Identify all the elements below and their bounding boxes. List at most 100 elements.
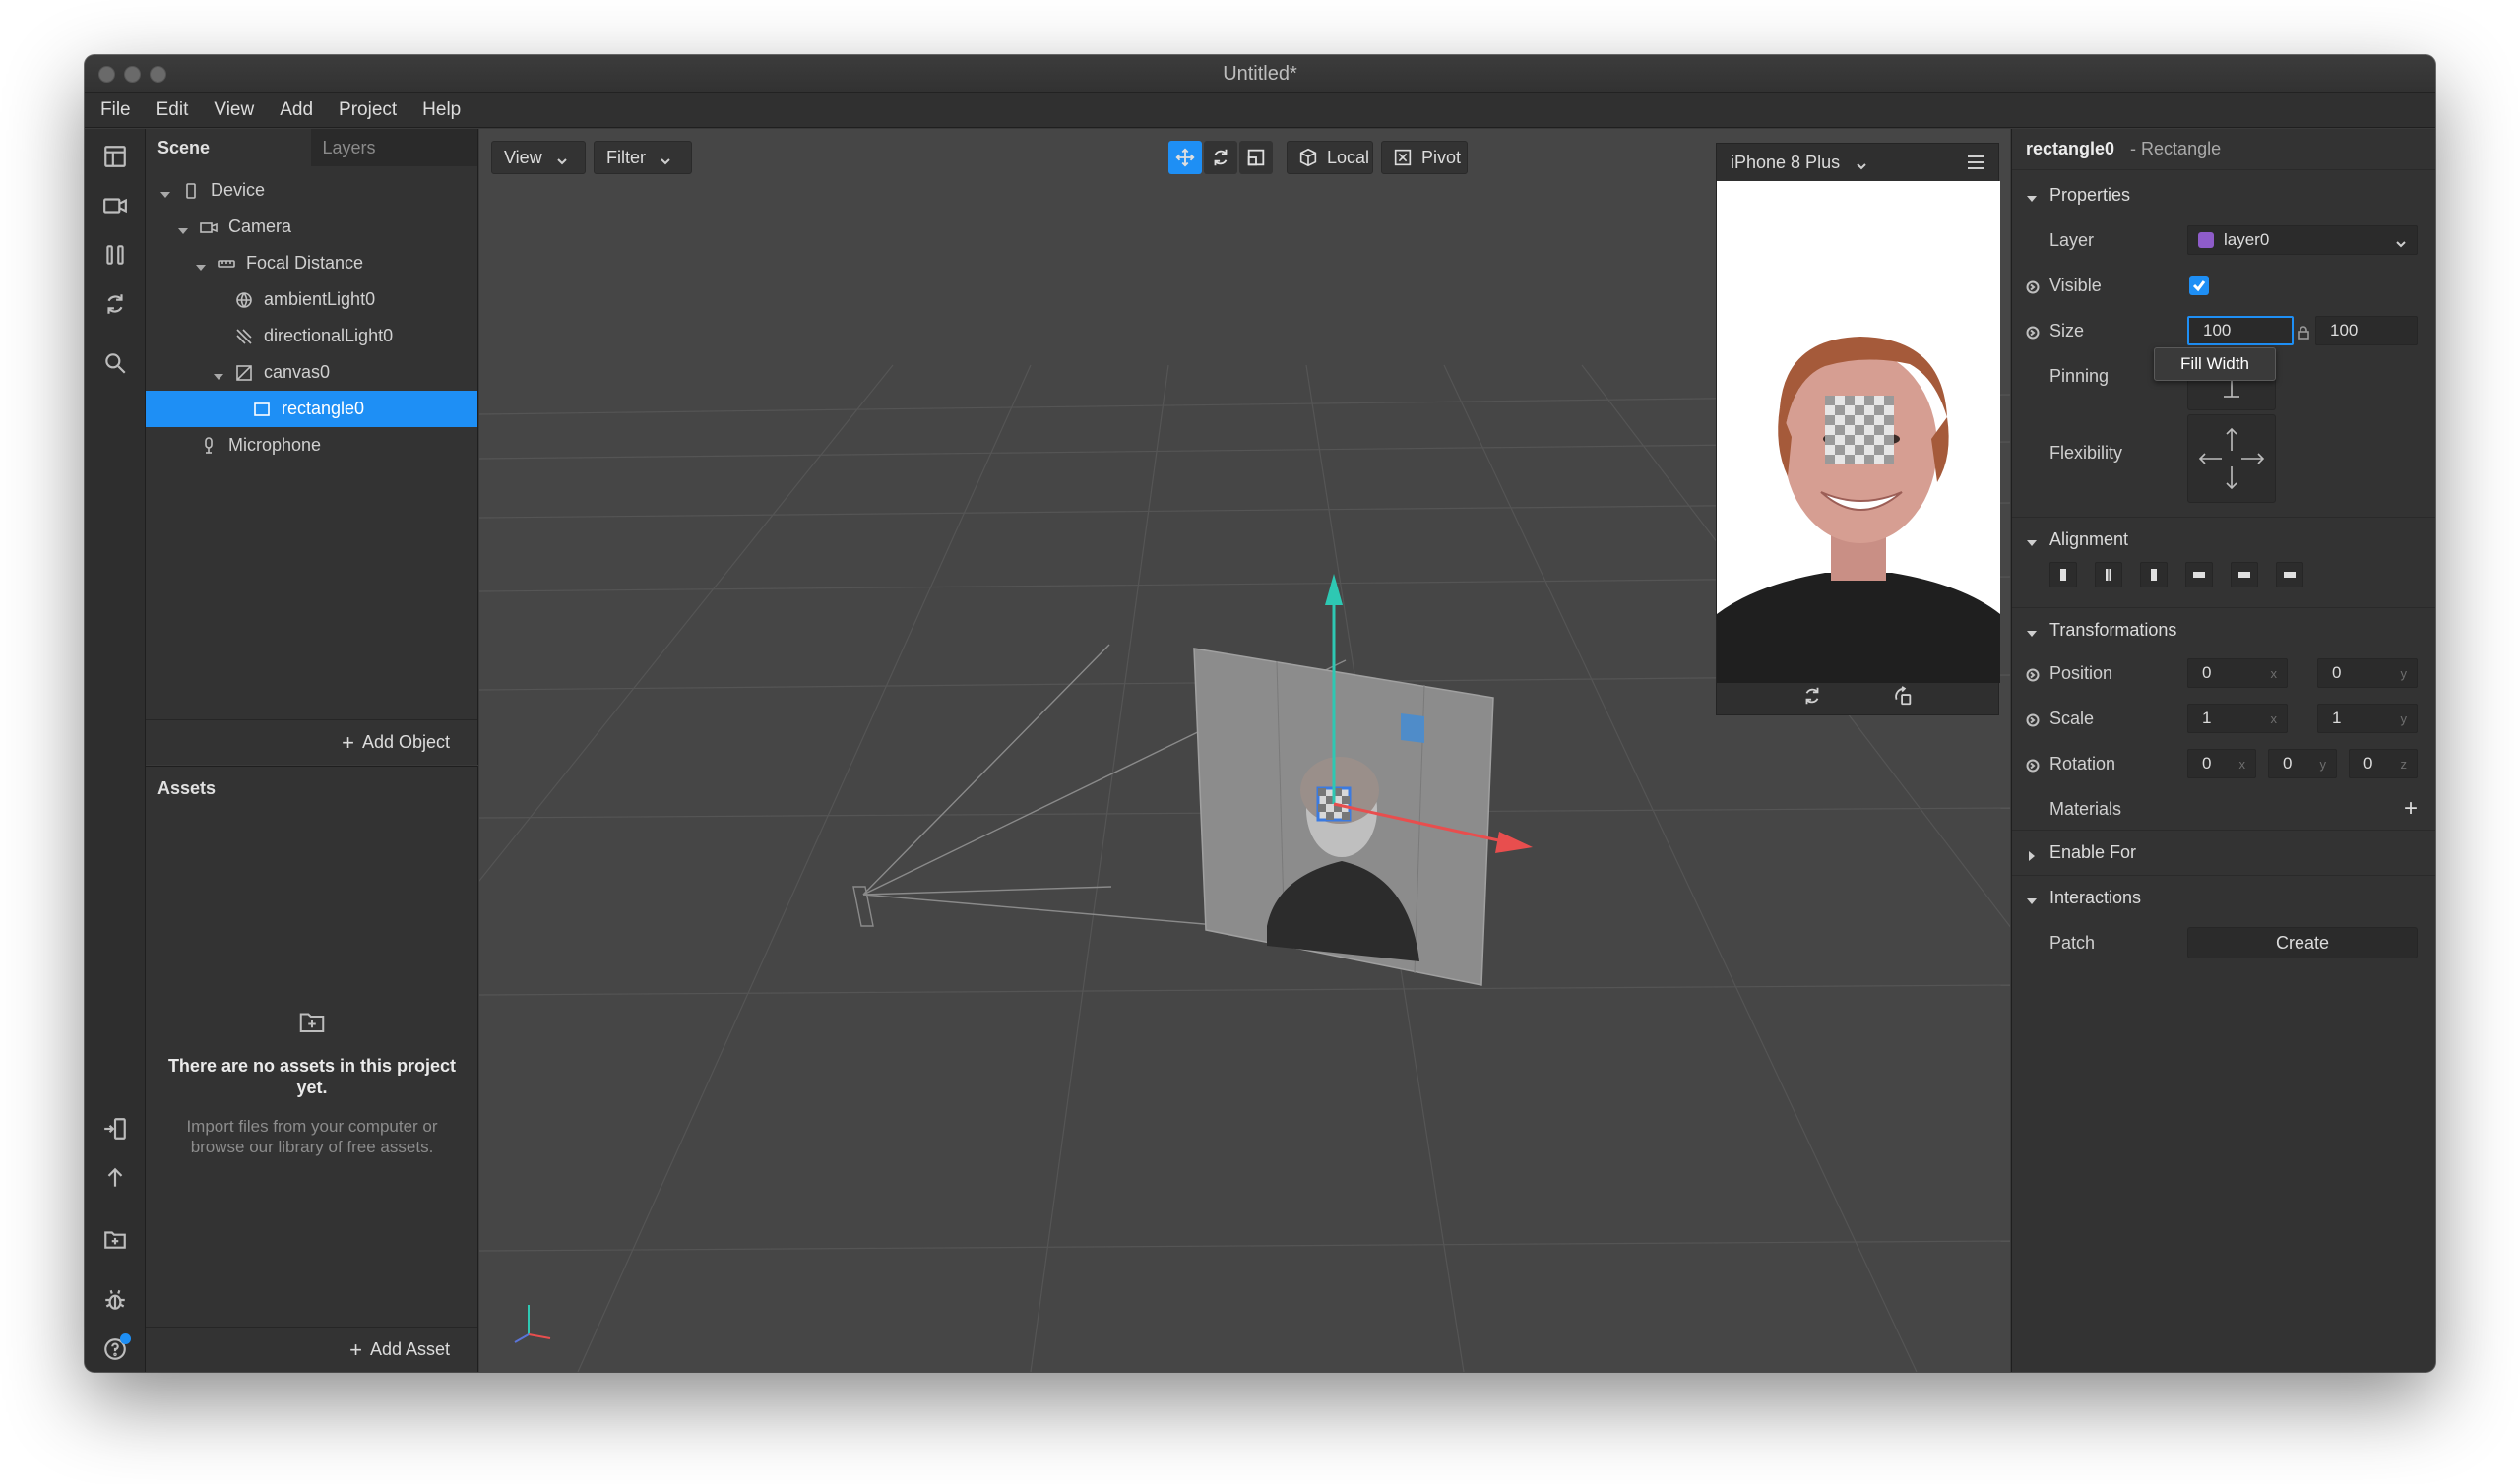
caret-spacer bbox=[213, 294, 224, 306]
scale-x-input[interactable]: 1x bbox=[2187, 704, 2288, 733]
video-camera-icon[interactable] bbox=[99, 190, 131, 221]
filter-dropdown[interactable]: Filter bbox=[594, 141, 692, 174]
rotate-tool-button[interactable] bbox=[1204, 141, 1237, 174]
chevron-down-icon bbox=[2395, 235, 2407, 248]
rotation-x-input[interactable]: 0x bbox=[2187, 749, 2256, 778]
caret-spacer bbox=[177, 440, 189, 452]
canvas-icon bbox=[234, 363, 254, 383]
menu-add[interactable]: Add bbox=[280, 99, 313, 121]
size-width-input[interactable]: 100 bbox=[2187, 316, 2294, 345]
filter-dropdown-label: Filter bbox=[606, 147, 646, 167]
section-enable-for-label: Enable For bbox=[2049, 841, 2137, 862]
section-transformations[interactable]: Transformations bbox=[2012, 613, 2435, 647]
flexibility-widget[interactable] bbox=[2187, 414, 2276, 503]
caret-down-icon[interactable] bbox=[213, 367, 224, 380]
align-top-button[interactable] bbox=[2185, 562, 2213, 587]
tab-scene[interactable]: Scene bbox=[146, 129, 311, 166]
rotation-z-input[interactable]: 0z bbox=[2349, 749, 2418, 778]
lock-icon[interactable] bbox=[2298, 324, 2309, 340]
tab-layers[interactable]: Layers bbox=[310, 129, 477, 166]
local-space-label: Local bbox=[1327, 147, 1370, 167]
menu-help[interactable]: Help bbox=[422, 99, 461, 121]
cube-icon bbox=[1297, 147, 1319, 168]
menu-file[interactable]: File bbox=[100, 99, 131, 121]
rotation-y-input[interactable]: 0y bbox=[2268, 749, 2337, 778]
tree-item-microphone[interactable]: Microphone bbox=[146, 427, 477, 464]
section-interactions[interactable]: Interactions bbox=[2012, 881, 2435, 914]
caret-down-icon bbox=[2026, 189, 2038, 202]
search-icon[interactable] bbox=[99, 347, 131, 379]
pause-playback-icon[interactable] bbox=[99, 239, 131, 271]
x-axis-marker: x bbox=[2270, 665, 2278, 681]
tree-item-directionallight0[interactable]: directionalLight0 bbox=[146, 318, 477, 354]
tree-item-device[interactable]: Device bbox=[146, 172, 477, 209]
device-preview-screen[interactable] bbox=[1717, 181, 2000, 683]
gizmo-x-arrow[interactable] bbox=[1495, 832, 1533, 853]
tree-item-camera[interactable]: Camera bbox=[146, 209, 477, 245]
menu-view[interactable]: View bbox=[214, 99, 254, 121]
rotation-y-value: 0 bbox=[2283, 754, 2293, 773]
menu-edit[interactable]: Edit bbox=[157, 99, 189, 121]
add-folder-icon[interactable] bbox=[99, 1223, 131, 1255]
caret-down-icon[interactable] bbox=[177, 221, 189, 234]
rotate-device-icon[interactable] bbox=[1892, 685, 1914, 711]
add-object-button[interactable]: + Add Object bbox=[146, 719, 477, 765]
device-preview: iPhone 8 Plus bbox=[1716, 143, 2000, 715]
scale-y-input[interactable]: 1y bbox=[2317, 704, 2418, 733]
connect-arrow-icon[interactable] bbox=[2026, 757, 2040, 773]
directional-light-icon bbox=[234, 327, 254, 346]
size-height-input[interactable]: 100 bbox=[2315, 316, 2418, 345]
section-enable-for[interactable]: Enable For bbox=[2012, 835, 2435, 869]
pivot-button[interactable]: Pivot bbox=[1381, 141, 1468, 174]
hamburger-menu-icon[interactable] bbox=[1967, 155, 1984, 170]
align-center-vertical-button[interactable] bbox=[2231, 562, 2258, 587]
visible-checkbox[interactable] bbox=[2189, 276, 2209, 295]
refresh-icon[interactable] bbox=[1801, 685, 1823, 711]
bug-icon[interactable] bbox=[99, 1284, 131, 1316]
menu-project[interactable]: Project bbox=[339, 99, 397, 121]
tree-item-ambientlight0[interactable]: ambientLight0 bbox=[146, 281, 477, 318]
section-alignment[interactable]: Alignment bbox=[2012, 523, 2435, 556]
align-bottom-button[interactable] bbox=[2276, 562, 2303, 587]
add-asset-button[interactable]: + Add Asset bbox=[146, 1327, 477, 1372]
connect-arrow-icon[interactable] bbox=[2026, 278, 2040, 294]
position-x-value: 0 bbox=[2202, 663, 2212, 682]
layout-panels-icon[interactable] bbox=[99, 141, 131, 172]
tree-item-canvas0[interactable]: canvas0 bbox=[146, 354, 477, 391]
position-x-input[interactable]: 0x bbox=[2187, 658, 2288, 688]
refresh-icon[interactable] bbox=[99, 288, 131, 320]
position-y-input[interactable]: 0y bbox=[2317, 658, 2418, 688]
position-label: Position bbox=[2049, 662, 2113, 683]
connect-arrow-icon[interactable] bbox=[2026, 666, 2040, 682]
layer-select[interactable]: layer0 bbox=[2187, 225, 2418, 255]
create-patch-button[interactable]: Create bbox=[2187, 927, 2418, 958]
view-dropdown[interactable]: View bbox=[491, 141, 586, 174]
tree-item-focal-distance[interactable]: Focal Distance bbox=[146, 245, 477, 281]
local-space-button[interactable]: Local bbox=[1287, 141, 1373, 174]
connect-arrow-icon[interactable] bbox=[2026, 711, 2040, 727]
scene-viewport[interactable]: View Filter Local Pivot iPhone 8 Plus bbox=[479, 129, 2010, 1372]
align-left-icon bbox=[2060, 569, 2066, 581]
send-to-device-icon[interactable] bbox=[99, 1113, 131, 1144]
upload-icon[interactable] bbox=[99, 1162, 131, 1194]
tree-item-rectangle0[interactable]: rectangle0 bbox=[146, 391, 477, 427]
device-selector[interactable]: iPhone 8 Plus bbox=[1717, 144, 1998, 181]
inspector-panel: rectangle0 - Rectangle Properties Layer … bbox=[2011, 129, 2435, 1372]
section-properties[interactable]: Properties bbox=[2012, 178, 2435, 212]
align-right-button[interactable] bbox=[2140, 562, 2168, 587]
pinning-label: Pinning bbox=[2049, 365, 2110, 386]
pivot-icon bbox=[1392, 147, 1414, 168]
microphone-icon bbox=[199, 436, 219, 456]
caret-down-icon[interactable] bbox=[159, 185, 171, 198]
align-left-button[interactable] bbox=[2049, 562, 2077, 587]
connect-arrow-icon[interactable] bbox=[2026, 324, 2040, 340]
align-center-horizontal-button[interactable] bbox=[2095, 562, 2122, 587]
caret-down-icon[interactable] bbox=[195, 258, 207, 271]
move-tool-button[interactable] bbox=[1168, 141, 1202, 174]
scale-tool-button[interactable] bbox=[1239, 141, 1273, 174]
layer-row: Layer layer0 bbox=[2012, 221, 2435, 259]
patch-label: Patch bbox=[2049, 932, 2096, 953]
add-asset-label: Add Asset bbox=[369, 1339, 450, 1359]
help-icon[interactable] bbox=[99, 1333, 131, 1365]
add-material-button[interactable]: + bbox=[2404, 795, 2418, 823]
